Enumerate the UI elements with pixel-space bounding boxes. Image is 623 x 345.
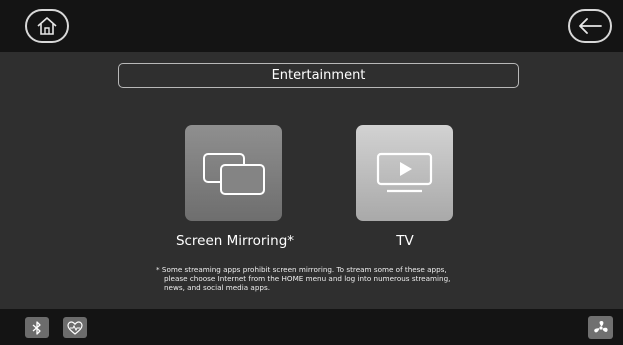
back-arrow-icon <box>579 18 602 34</box>
tv-play-icon <box>376 152 433 193</box>
home-button[interactable] <box>25 9 69 43</box>
home-icon <box>37 17 57 35</box>
tv-tile[interactable] <box>356 125 453 221</box>
bottom-bar <box>0 309 623 345</box>
screen-mirroring-label: Screen Mirroring* <box>175 233 295 249</box>
top-bar <box>0 0 623 52</box>
fan-button[interactable] <box>588 316 613 339</box>
fan-icon <box>593 320 608 332</box>
screen-mirroring-icon <box>203 153 265 195</box>
tv-label: TV <box>396 233 414 249</box>
footnote-line-3: news, and social media apps. <box>164 283 270 292</box>
health-button[interactable] <box>63 317 87 338</box>
bluetooth-button[interactable] <box>25 317 49 338</box>
footnote: * Some streaming apps prohibit screen mi… <box>156 265 491 292</box>
bluetooth-icon <box>32 320 41 335</box>
footnote-line-2: please choose Internet from the HOME men… <box>164 274 451 283</box>
page-title: Entertainment <box>118 63 519 88</box>
back-button[interactable] <box>568 9 612 43</box>
footnote-line-1: * Some streaming apps prohibit screen mi… <box>156 265 447 274</box>
heart-monitor-icon <box>67 320 83 335</box>
screen-mirroring-tile[interactable] <box>185 125 282 221</box>
